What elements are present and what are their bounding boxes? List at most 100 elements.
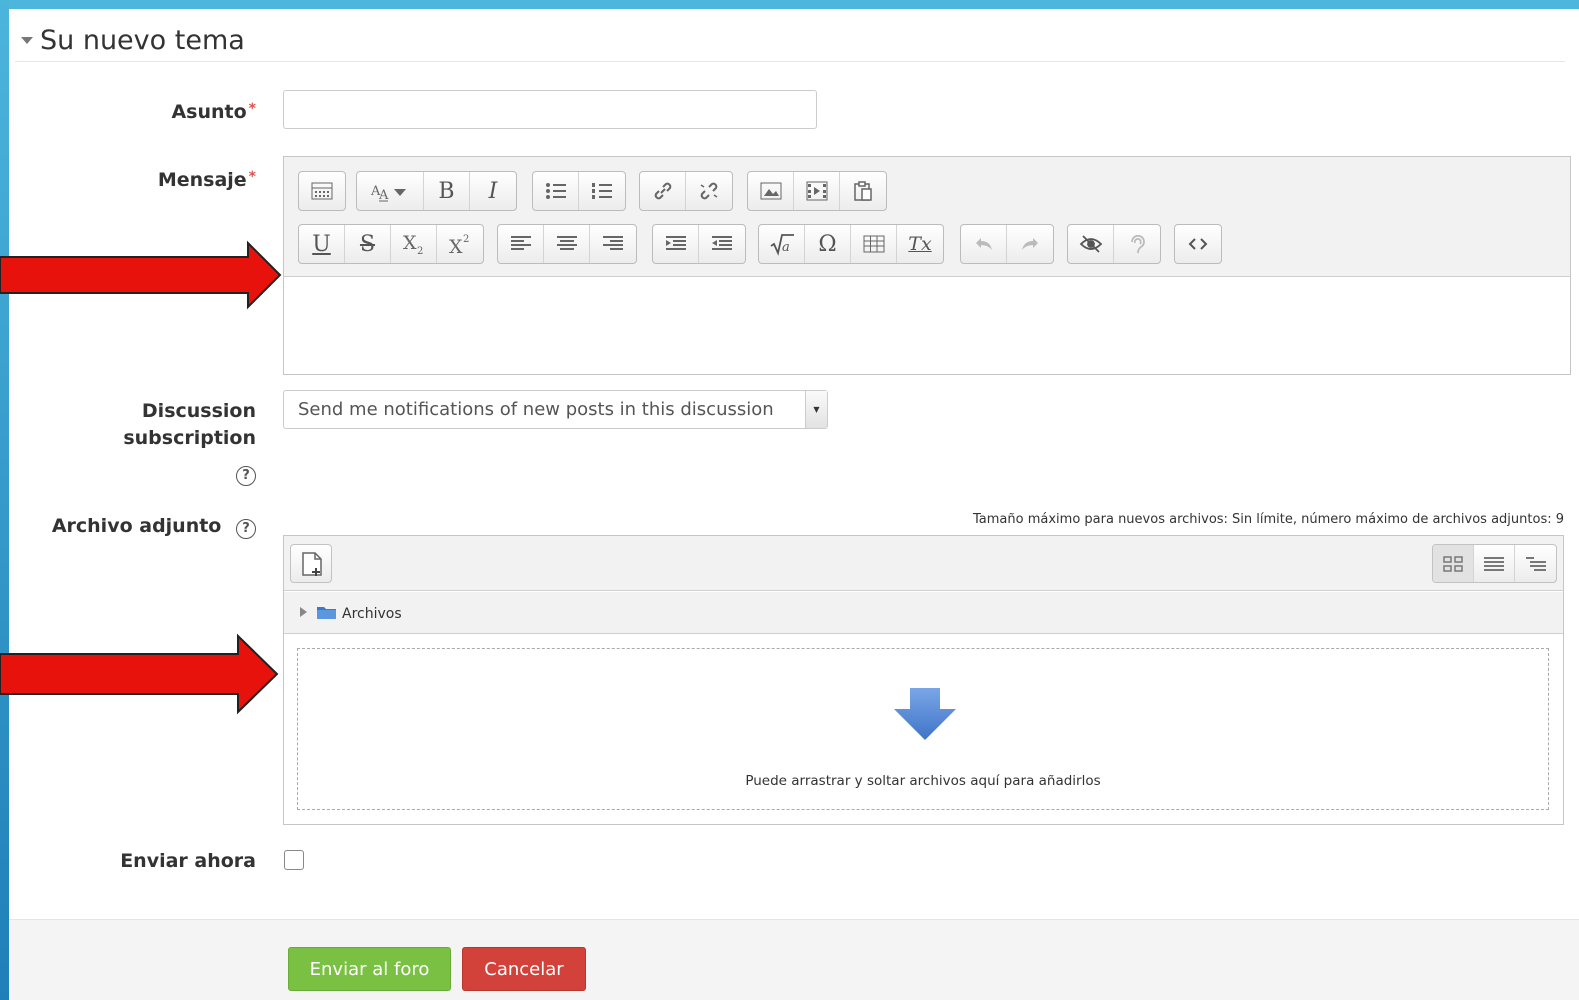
image-icon[interactable] [748,172,794,210]
redo-icon[interactable] [1007,225,1053,263]
strikethrough-icon[interactable]: S [345,225,391,263]
superscript-icon[interactable]: X2 [437,225,483,263]
subject-input[interactable] [283,90,817,129]
bold-icon[interactable]: B [424,172,470,210]
ordered-list-icon[interactable] [579,172,625,210]
add-file-icon [302,552,322,576]
top-accent-bar [0,0,1579,9]
required-marker: * [248,101,256,117]
toolbar-group-indent [652,224,746,264]
align-left-icon[interactable] [498,225,544,263]
section-header[interactable]: Su nuevo tema [15,17,1565,62]
toolbar-group-lists [532,171,626,211]
svg-text:X: X [403,232,417,254]
subscription-label-line2: subscription [123,427,256,449]
unlink-icon[interactable] [686,172,732,210]
omega-glyph: Ω [818,231,837,257]
special-character-icon[interactable]: Ω [805,225,851,263]
help-icon[interactable]: ? [236,466,256,486]
outdent-icon[interactable] [699,225,745,263]
expand-arrow-icon[interactable] [300,607,307,617]
toolbar-group-align [497,224,637,264]
editor-toolbar: AA B I U S X 2 X 2 a Ω Tx [284,157,1570,277]
file-picker-toolbar [284,536,1563,591]
svg-text:2: 2 [463,234,469,245]
unordered-list-icon[interactable] [533,172,579,210]
collapse-triangle-icon[interactable] [21,37,33,44]
equation-icon[interactable]: a [759,225,805,263]
subscription-label: Discussion subscription ? [123,398,256,487]
drop-arrow-icon [894,688,956,740]
html-source-icon[interactable] [1175,225,1221,263]
subscript-icon[interactable]: X2 [391,225,437,263]
toolbar-group-insert: a Ω Tx [758,224,944,264]
toolbar-group-format: U S X2 X2 [298,224,484,264]
indent-icon[interactable] [653,225,699,263]
message-label: Mensaje * [158,169,256,191]
underline-icon[interactable]: U [299,225,345,263]
folder-label[interactable]: Archivos [342,606,402,622]
section-title: Su nuevo tema [40,25,245,56]
dropdown-caret-icon[interactable]: ▼ [805,391,827,428]
add-file-button[interactable] [290,544,332,583]
message-editor: AA B I U S X 2 X 2 a Ω Tx [283,156,1571,375]
italic-icon[interactable]: I [470,172,516,210]
file-path-bar: Archivos [284,592,1563,634]
tree-view-icon[interactable] [1515,545,1556,582]
annotation-arrow-editor [0,240,282,310]
subscription-selected-value: Send me notifications of new posts in th… [298,399,774,420]
submit-button[interactable]: Enviar al foro [288,947,451,991]
cancel-button[interactable]: Cancelar [462,947,586,991]
svg-text:A: A [378,188,389,202]
tx-glyph: Tx [908,233,932,255]
clear-formatting-icon[interactable]: Tx [897,225,943,263]
link-icon[interactable] [640,172,686,210]
toggle-toolbar-icon[interactable] [299,172,345,210]
toolbar-group-history [960,224,1054,264]
subscription-select[interactable]: Send me notifications of new posts in th… [283,390,828,429]
view-switcher [1432,544,1557,583]
align-center-icon[interactable] [544,225,590,263]
attachment-label: Archivo adjunto ? [52,515,256,539]
screen-reader-helper-icon[interactable] [1114,225,1160,263]
svg-text:X: X [449,236,463,256]
bold-glyph: B [438,178,455,204]
list-view-icon[interactable] [1474,545,1515,582]
align-right-icon[interactable] [590,225,636,263]
toolbar-group-accessibility [1067,224,1161,264]
accessibility-checker-icon[interactable] [1068,225,1114,263]
icon-view-icon[interactable] [1433,545,1474,582]
form-footer: Enviar al foro Cancelar [9,919,1579,1000]
required-marker: * [248,169,256,185]
subject-label: Asunto * [171,101,256,123]
send-now-label: Enviar ahora [120,850,256,872]
toolbar-group-links [639,171,733,211]
file-picker: Archivos Puede arrastrar y soltar archiv… [283,535,1564,825]
max-size-info: Tamaño máximo para nuevos archivos: Sin … [973,512,1564,527]
message-content-area[interactable] [284,278,1570,374]
italic-glyph: I [488,178,498,204]
form-panel: Su nuevo tema Asunto* Mensaje* AA B I [9,9,1579,1000]
toolbar-group-media [747,171,887,211]
folder-icon [317,607,336,619]
subject-label-text: Asunto [171,101,247,123]
annotation-arrow-attachment [0,633,279,715]
underline-glyph: U [312,231,331,257]
subscription-label-line1: Discussion [141,400,256,422]
svg-text:a: a [782,240,790,255]
media-icon[interactable] [794,172,840,210]
paste-icon[interactable] [840,172,886,210]
file-dropzone[interactable]: Puede arrastrar y soltar archivos aquí p… [297,648,1549,810]
send-now-checkbox[interactable] [284,850,304,870]
dropzone-text: Puede arrastrar y soltar archivos aquí p… [745,773,1101,789]
undo-icon[interactable] [961,225,1007,263]
attachment-label-text: Archivo adjunto [51,515,222,537]
toolbar-group-toggle [298,171,346,211]
left-accent-bar [0,0,9,1000]
help-icon[interactable]: ? [236,519,256,539]
table-icon[interactable] [851,225,897,263]
toolbar-group-source [1174,224,1222,264]
font-size-icon[interactable]: AA [357,172,424,210]
toolbar-group-text-style: AA B I [356,171,517,211]
message-label-text: Mensaje [157,169,247,191]
